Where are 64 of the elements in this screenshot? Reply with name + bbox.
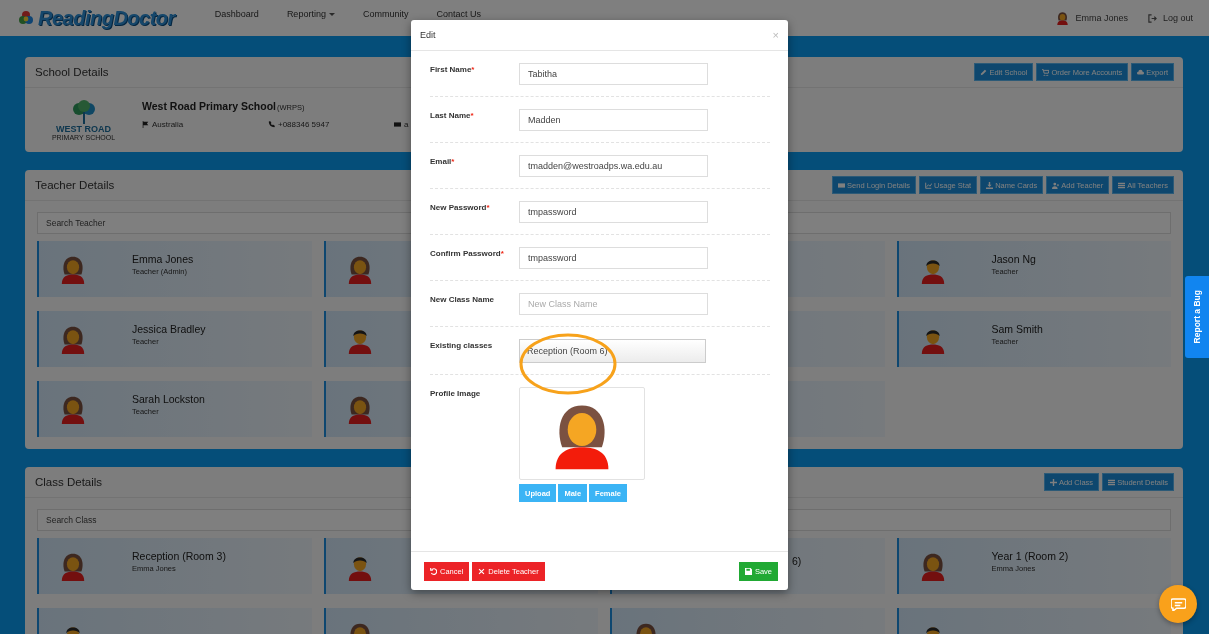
field-label: First Name* bbox=[430, 64, 476, 75]
nav-link[interactable]: Dashboard bbox=[214, 9, 259, 19]
app-logo[interactable]: ReadingDoctor bbox=[38, 6, 175, 30]
logo-icon bbox=[18, 10, 34, 26]
list-icon bbox=[1108, 478, 1116, 486]
field-label: New Password* bbox=[430, 202, 491, 213]
school-logo-text: WEST ROAD bbox=[56, 123, 111, 134]
card-name: Sam Smith bbox=[991, 322, 1043, 335]
card-name: 6) bbox=[792, 555, 802, 567]
nav-link[interactable]: Contact Us bbox=[436, 9, 481, 19]
report-bug-tab[interactable]: Report a Bug bbox=[1185, 276, 1209, 358]
envelope-icon bbox=[838, 181, 846, 189]
field-label: Existing classes bbox=[430, 340, 494, 351]
chart-icon bbox=[925, 181, 933, 189]
user-menu[interactable]: Emma Jones bbox=[1075, 13, 1128, 23]
field-label: Confirm Password* bbox=[430, 248, 505, 259]
download-icon bbox=[986, 181, 994, 189]
pencil-icon bbox=[980, 68, 988, 76]
cart-icon bbox=[1042, 68, 1050, 76]
card-name: Emma Jones bbox=[132, 252, 194, 265]
field-label: New Class Name bbox=[430, 294, 496, 305]
person-avatar-icon bbox=[59, 254, 87, 284]
chat-button[interactable] bbox=[1159, 585, 1197, 623]
card-name: Sarah Lockston bbox=[132, 392, 205, 405]
nav-link[interactable]: Community bbox=[362, 9, 409, 19]
panel-title: Teacher Details bbox=[35, 179, 115, 191]
text-field[interactable]: tmpassword bbox=[519, 247, 708, 269]
user-plus-icon bbox=[1052, 181, 1060, 189]
field-label: Last Name* bbox=[430, 110, 475, 121]
text-field[interactable]: Tabitha bbox=[519, 63, 708, 85]
field-label: Email* bbox=[430, 156, 456, 167]
text-field[interactable]: Madden bbox=[519, 109, 708, 131]
school-detail: a bbox=[404, 119, 409, 129]
flag-icon bbox=[142, 120, 149, 128]
cloud-icon bbox=[1137, 68, 1145, 76]
person-avatar-icon bbox=[59, 324, 87, 354]
phone-icon bbox=[268, 120, 275, 128]
person-avatar-icon bbox=[59, 394, 87, 424]
card-name: Year 1 (Room 2) bbox=[991, 549, 1069, 562]
undo-icon bbox=[430, 567, 437, 575]
nav-link[interactable]: Reporting bbox=[286, 9, 335, 19]
card-name: Reception (Room 3) bbox=[132, 549, 226, 562]
close-icon bbox=[478, 567, 486, 575]
school-detail: +088346 5947 bbox=[278, 119, 330, 129]
field-label: Profile Image bbox=[430, 388, 482, 399]
logout-icon bbox=[1147, 13, 1157, 23]
logout-link[interactable]: Log out bbox=[1162, 13, 1193, 23]
panel-title: Class Details bbox=[35, 476, 103, 488]
list-icon bbox=[1118, 181, 1126, 189]
card-name: Jason Ng bbox=[991, 252, 1036, 265]
user-avatar-icon bbox=[1056, 11, 1070, 25]
dialog-title: Edit bbox=[420, 30, 436, 40]
card-name: Jessica Bradley bbox=[132, 322, 206, 335]
text-field[interactable]: tmpassword bbox=[519, 201, 708, 223]
text-field[interactable]: tmadden@westroadps.wa.edu.au bbox=[519, 155, 708, 177]
plus-icon bbox=[1049, 478, 1057, 486]
school-name: West Road Primary School bbox=[142, 99, 276, 112]
text-field[interactable]: New Class Name bbox=[519, 293, 708, 315]
school-detail: Australia bbox=[152, 119, 184, 129]
person-avatar-icon bbox=[59, 551, 87, 581]
chat-icon bbox=[1170, 597, 1186, 611]
envelope-icon bbox=[394, 120, 401, 128]
save-icon bbox=[744, 567, 752, 575]
panel-title: School Details bbox=[35, 66, 109, 78]
